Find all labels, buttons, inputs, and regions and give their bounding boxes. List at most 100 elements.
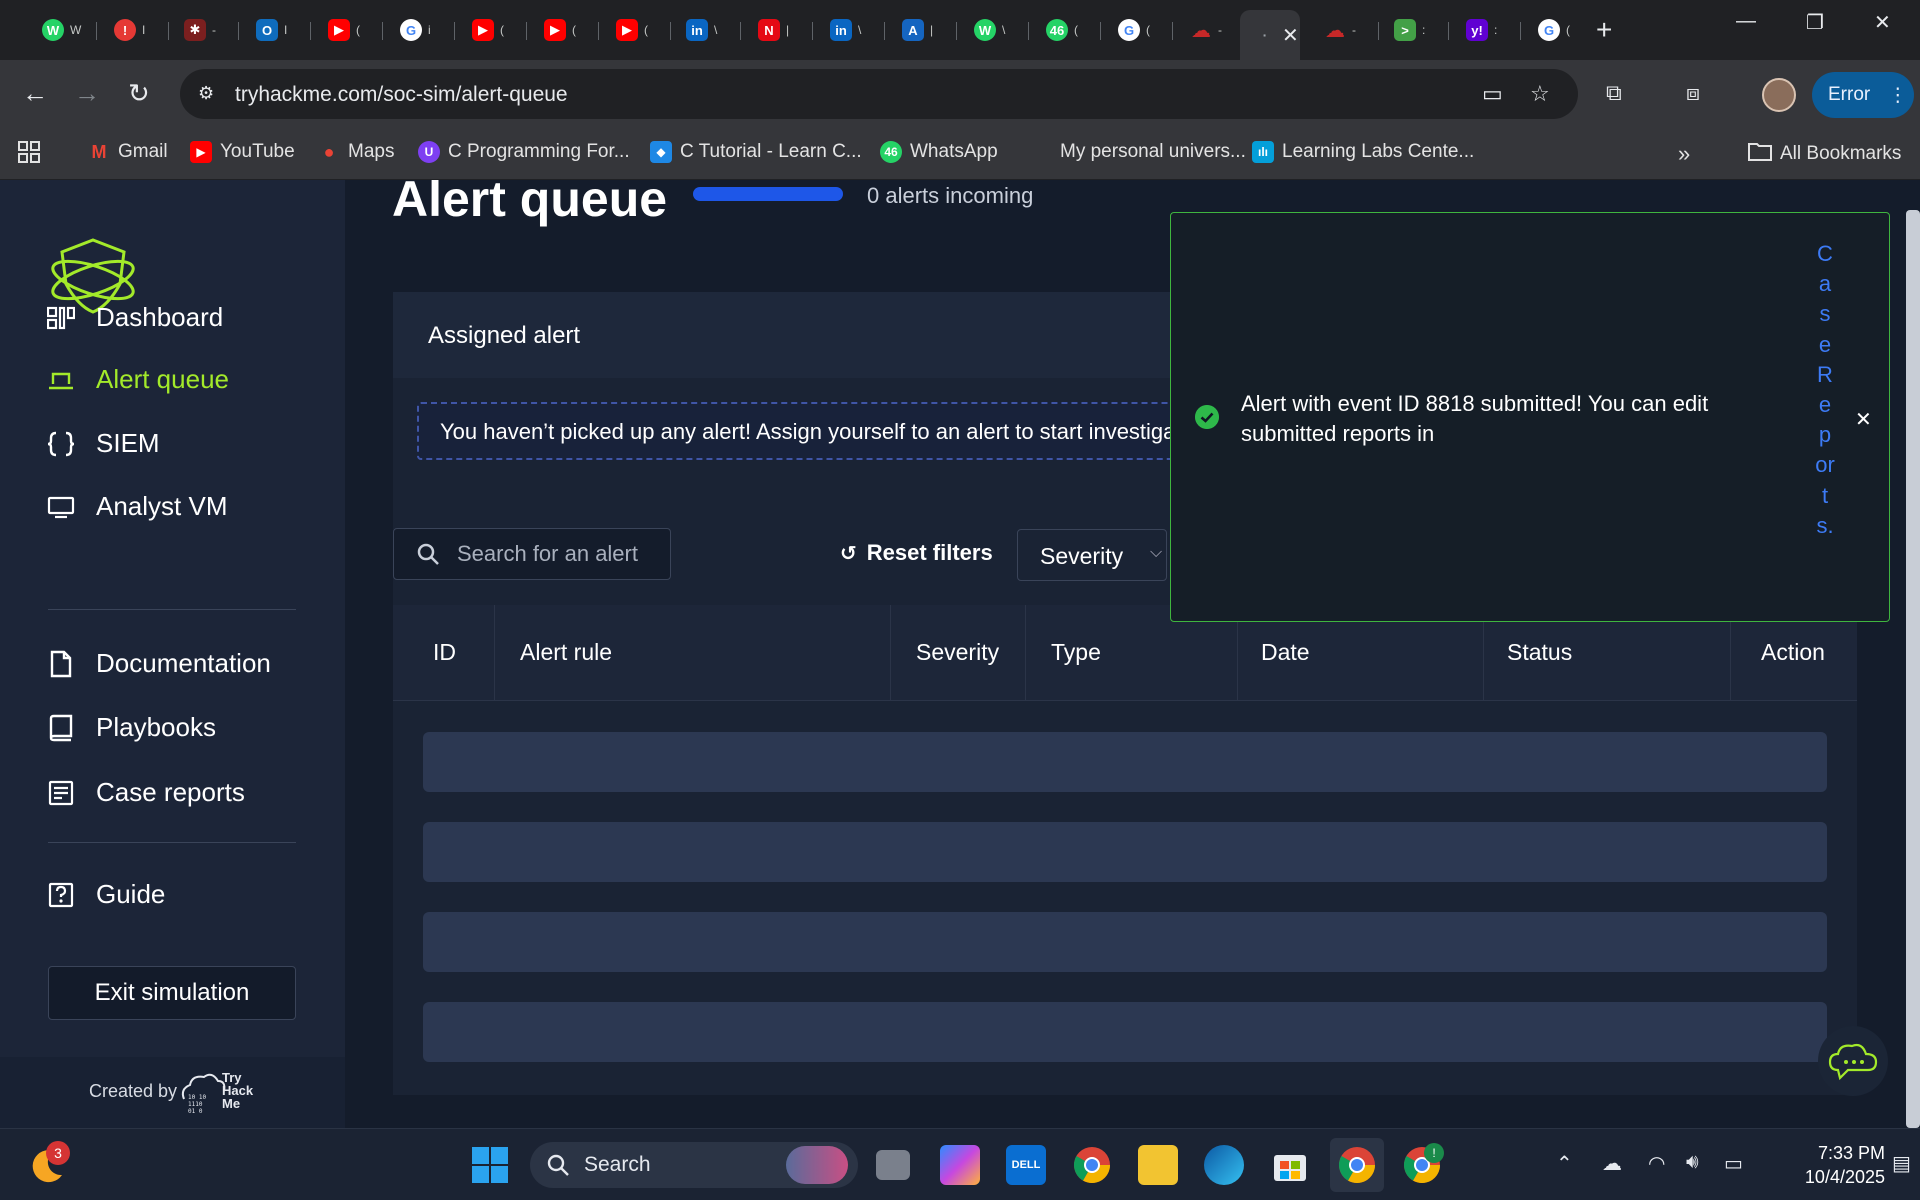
column-header-status[interactable]: Status [1507,639,1572,666]
sidebar-item-documentation[interactable]: Documentation [46,648,271,679]
restore-icon[interactable]: ❐ [1806,10,1824,35]
url-text[interactable]: tryhackme.com/soc-sim/alert-queue [235,83,568,107]
sidebar-item-playbooks[interactable]: Playbooks [46,712,216,743]
volume-icon[interactable]: 🔊︎ [1686,1151,1699,1174]
browser-tab[interactable]: y!: [1452,12,1520,48]
windows-start-icon[interactable] [470,1145,510,1185]
task-view-icon[interactable] [876,1150,910,1180]
reset-filters-button[interactable]: ↺ Reset filters [840,540,993,566]
browser-tab[interactable]: W \ [960,12,1028,48]
taskbar-search[interactable]: Search [530,1142,858,1188]
bookmark-item[interactable]: 46 WhatsApp [880,141,998,163]
sidebar-item-label: Dashboard [96,302,224,332]
copilot-icon[interactable] [940,1145,980,1185]
file-explorer-icon[interactable] [1138,1145,1178,1185]
column-header-action[interactable]: Action [1761,639,1825,666]
sidebar-item-alert-queue[interactable]: Alert queue [46,364,229,395]
new-tab-icon[interactable]: + [1596,14,1612,46]
browser-tab[interactable]: G( [1524,12,1592,48]
chrome-active-icon[interactable] [1330,1138,1384,1192]
browser-tab[interactable]: Gi [386,12,454,48]
page-scrollbar[interactable] [1906,210,1920,1128]
help-icon [46,880,76,910]
forward-icon[interactable]: → [74,78,100,109]
minimize-icon[interactable]: — [1736,10,1756,33]
bookmark-item[interactable]: ▶ YouTube [190,141,295,163]
browser-tab[interactable]: WW [28,12,96,48]
column-header-type[interactable]: Type [1051,639,1101,666]
sidebar-item-guide[interactable]: Guide [46,879,165,910]
bookmark-item[interactable]: ● Maps [318,141,395,163]
browser-tab[interactable]: 46 ( [1032,12,1100,48]
case-reports-link[interactable]: Case Reports. [1815,239,1835,541]
apps-grid-icon[interactable] [18,141,40,163]
close-icon[interactable]: ✕ [1855,407,1872,432]
bookmark-item[interactable]: ◆ C Tutorial - Learn C... [650,141,862,163]
show-hidden-icons-chevron-icon[interactable]: ⌃ [1556,1151,1573,1176]
chat-support-button[interactable] [1818,1026,1888,1096]
bookmark-item[interactable]: U C Programming For... [418,141,630,163]
browser-tab[interactable]: ✱ - [170,12,238,48]
bookmark-star-icon[interactable]: ☆ [1530,81,1550,107]
browser-tab[interactable]: in \ [672,12,740,48]
browser-tab[interactable]: OI [242,12,310,48]
onedrive-error-icon[interactable]: ☁ [1602,1151,1622,1176]
tab-search-icon[interactable]: ⧈ [1686,80,1700,106]
tab-separator [168,22,169,40]
exit-simulation-button[interactable]: Exit simulation [48,966,296,1020]
edge-icon[interactable] [1204,1145,1244,1185]
browser-tab[interactable]: in \ [816,12,884,48]
dell-icon[interactable]: DELL [1006,1145,1046,1185]
store-icon[interactable] [1270,1145,1310,1185]
column-header-alert-rule[interactable]: Alert rule [520,639,612,666]
chrome-icon[interactable] [1072,1145,1112,1185]
browser-tab[interactable]: ▶( [314,12,382,48]
browser-tab[interactable]: ☁ - [1176,12,1244,48]
bookmark-item[interactable]: M Gmail [88,141,168,163]
more-bookmarks-icon[interactable]: » [1678,141,1690,167]
column-header-id[interactable]: ID [433,639,456,666]
bookmark-label: WhatsApp [910,141,998,162]
extensions-icon[interactable]: ⧉ [1606,80,1622,106]
column-header-date[interactable]: Date [1261,639,1310,666]
browser-tab[interactable]: ! I [100,12,168,48]
browser-tab-active[interactable]: · ✕ [1240,10,1300,60]
sidebar-item-dashboard[interactable]: Dashboard [46,302,223,333]
tab-separator [1100,22,1101,40]
browser-tab-title: \ [1002,23,1006,37]
close-window-icon[interactable]: ✕ [1874,10,1891,35]
profile-error-button[interactable]: Error ⋮ [1812,72,1914,118]
system-clock[interactable]: 7:33 PM 10/4/2025 [1765,1141,1885,1189]
site-info-icon[interactable]: ⚙ [198,83,222,105]
browser-tab-title: ( [1074,23,1078,37]
browser-tab[interactable]: N | [744,12,812,48]
all-bookmarks[interactable]: All Bookmarks [1748,141,1901,167]
browser-tab[interactable]: A | [888,12,956,48]
avatar[interactable] [1762,78,1796,112]
browser-tab[interactable]: ▶( [602,12,670,48]
browser-tab[interactable]: ☁ - [1310,12,1378,48]
reset-icon: ↺ [840,542,857,565]
wifi-icon[interactable]: ◠ [1648,1151,1665,1176]
bookmark-item[interactable]: ılı Learning Labs Cente... [1252,141,1474,163]
browser-tab[interactable]: >: [1380,12,1448,48]
severity-filter-select[interactable]: Severity ⌵ [1017,529,1167,581]
sidebar-item-analyst-vm[interactable]: Analyst VM [46,491,228,522]
tab-separator [1378,22,1379,40]
address-bar[interactable]: ⚙ tryhackme.com/soc-sim/alert-queue ▭ ☆ [180,69,1578,119]
clipboard-icon[interactable]: ▭ [1482,81,1503,107]
browser-tab[interactable]: ▶( [458,12,526,48]
battery-icon[interactable]: ▭ [1724,1151,1743,1176]
alert-search-box[interactable] [393,528,671,580]
reload-icon[interactable]: ↻ [128,78,150,109]
browser-tab[interactable]: G( [1104,12,1172,48]
search-input[interactable] [457,541,657,567]
back-icon[interactable]: ← [22,78,48,109]
column-header-severity[interactable]: Severity [916,639,999,666]
sidebar-item-siem[interactable]: SIEM [46,428,160,459]
close-tab-icon[interactable]: ✕ [1282,23,1299,48]
notifications-icon[interactable]: ▤ [1892,1151,1911,1176]
bookmark-item[interactable]: My personal univers... [1030,141,1246,163]
browser-tab[interactable]: ▶( [530,12,598,48]
sidebar-item-case-reports[interactable]: Case reports [46,777,245,808]
